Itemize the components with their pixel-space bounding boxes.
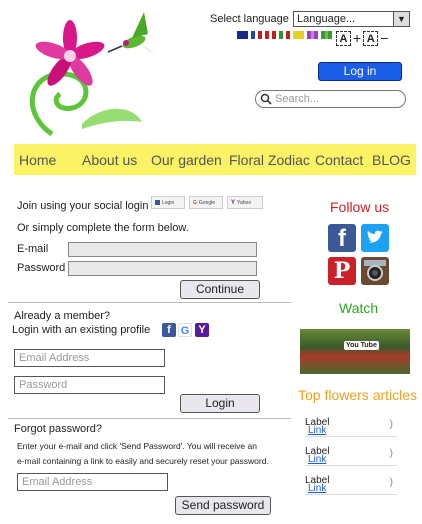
follow-us-heading: Follow us	[330, 199, 390, 215]
pinterest-icon[interactable]: P	[328, 257, 356, 285]
divider	[8, 302, 291, 303]
continue-button[interactable]: Continue	[180, 280, 260, 299]
facebook-icon	[155, 200, 160, 205]
send-password-button[interactable]: Send password	[175, 496, 271, 515]
instagram-icon[interactable]	[361, 257, 389, 285]
search-icon	[260, 93, 272, 105]
twitter-icon[interactable]	[361, 224, 389, 252]
top-articles-heading: Top flowers articles	[298, 387, 418, 403]
google-icon[interactable]: G	[178, 323, 192, 337]
font-decrease-button[interactable]: A	[363, 30, 379, 46]
password-field[interactable]	[68, 261, 257, 276]
yahoo-icon: Y	[231, 199, 236, 206]
nav-item-blog[interactable]: BLOG	[372, 152, 411, 168]
flag-list	[237, 31, 333, 39]
article-item[interactable]: Label Link )	[305, 446, 397, 466]
chevron-right-icon: )	[389, 477, 393, 488]
divider	[8, 418, 291, 419]
article-item[interactable]: Label Link )	[305, 417, 397, 437]
member-email-input[interactable]: Email Address	[14, 349, 165, 367]
forgot-heading: Forgot password?	[14, 423, 103, 435]
flag-icon[interactable]	[279, 31, 291, 39]
main-nav: Home About us Our garden Floral Zodiac C…	[14, 144, 416, 175]
article-link[interactable]: Link	[308, 483, 326, 494]
video-thumbnail[interactable]: You Tube	[300, 329, 410, 374]
google-icon: G	[193, 199, 197, 206]
social-login-google-label: Google	[198, 199, 216, 206]
flag-icon[interactable]	[321, 31, 333, 39]
article-link[interactable]: Link	[308, 425, 326, 436]
member-login-button[interactable]: Login	[180, 394, 260, 413]
watch-heading: Watch	[339, 300, 379, 316]
nav-item-floral-zodiac[interactable]: Floral Zodiac	[229, 152, 310, 168]
flag-icon[interactable]	[293, 31, 305, 39]
facebook-icon[interactable]: f	[162, 323, 176, 337]
font-increase-button[interactable]: A	[336, 30, 351, 46]
form-intro-text: Or simply complete the form below.	[17, 222, 189, 234]
language-select[interactable]: Language... ▼	[293, 11, 410, 27]
flag-icon[interactable]	[307, 31, 319, 39]
nav-item-home[interactable]: Home	[19, 152, 56, 168]
profile-login-text: Login with an existing profile	[12, 324, 151, 336]
social-login-yahoo-button[interactable]: Y Yahoo	[227, 196, 263, 209]
youtube-icon[interactable]: You Tube	[344, 341, 379, 350]
social-login-yahoo-label: Yahoo	[237, 199, 252, 206]
font-size-controls: A + A −	[336, 30, 388, 46]
nav-item-contact[interactable]: Contact	[315, 152, 363, 168]
flag-icon[interactable]	[237, 31, 249, 39]
nav-item-about-us[interactable]: About us	[82, 152, 137, 168]
forgot-instructions-line1: Enter your e-mail and click 'Send Passwo…	[17, 441, 257, 451]
flag-icon[interactable]	[265, 31, 277, 39]
social-login-facebook-label: Login	[162, 199, 175, 206]
social-login-facebook-button[interactable]: Login	[151, 196, 185, 209]
article-item[interactable]: Label Link )	[305, 475, 397, 495]
language-value: Language...	[297, 13, 356, 25]
youtube-label: You Tube	[346, 342, 377, 349]
forgot-instructions-line2: e-mail containing a link to easily and s…	[17, 456, 269, 466]
plus-icon: +	[353, 30, 362, 46]
search-placeholder: Search...	[275, 93, 320, 105]
chevron-down-icon[interactable]: ▼	[393, 12, 409, 26]
language-label: Select language	[210, 13, 289, 25]
chevron-right-icon: )	[389, 419, 393, 430]
social-login-text: Join using your social login	[17, 200, 149, 212]
social-login-google-button[interactable]: G Google	[189, 196, 223, 209]
email-label: E-mail	[17, 243, 49, 255]
yahoo-icon[interactable]: Y	[195, 323, 209, 337]
facebook-icon[interactable]: f	[328, 224, 356, 252]
nav-item-our-garden[interactable]: Our garden	[151, 152, 222, 168]
minus-icon: −	[380, 30, 389, 46]
site-logo[interactable]	[22, 4, 162, 142]
article-link[interactable]: Link	[308, 454, 326, 465]
login-button[interactable]: Log in	[318, 62, 402, 81]
member-password-input[interactable]: Password	[14, 376, 165, 394]
search-input[interactable]: Search...	[255, 90, 406, 108]
member-heading: Already a member?	[14, 310, 110, 322]
password-label: Password	[17, 262, 66, 274]
flag-icon[interactable]	[251, 31, 263, 39]
forgot-email-input[interactable]: Email Address	[17, 473, 168, 491]
email-field[interactable]	[68, 242, 257, 257]
chevron-right-icon: )	[389, 448, 393, 459]
